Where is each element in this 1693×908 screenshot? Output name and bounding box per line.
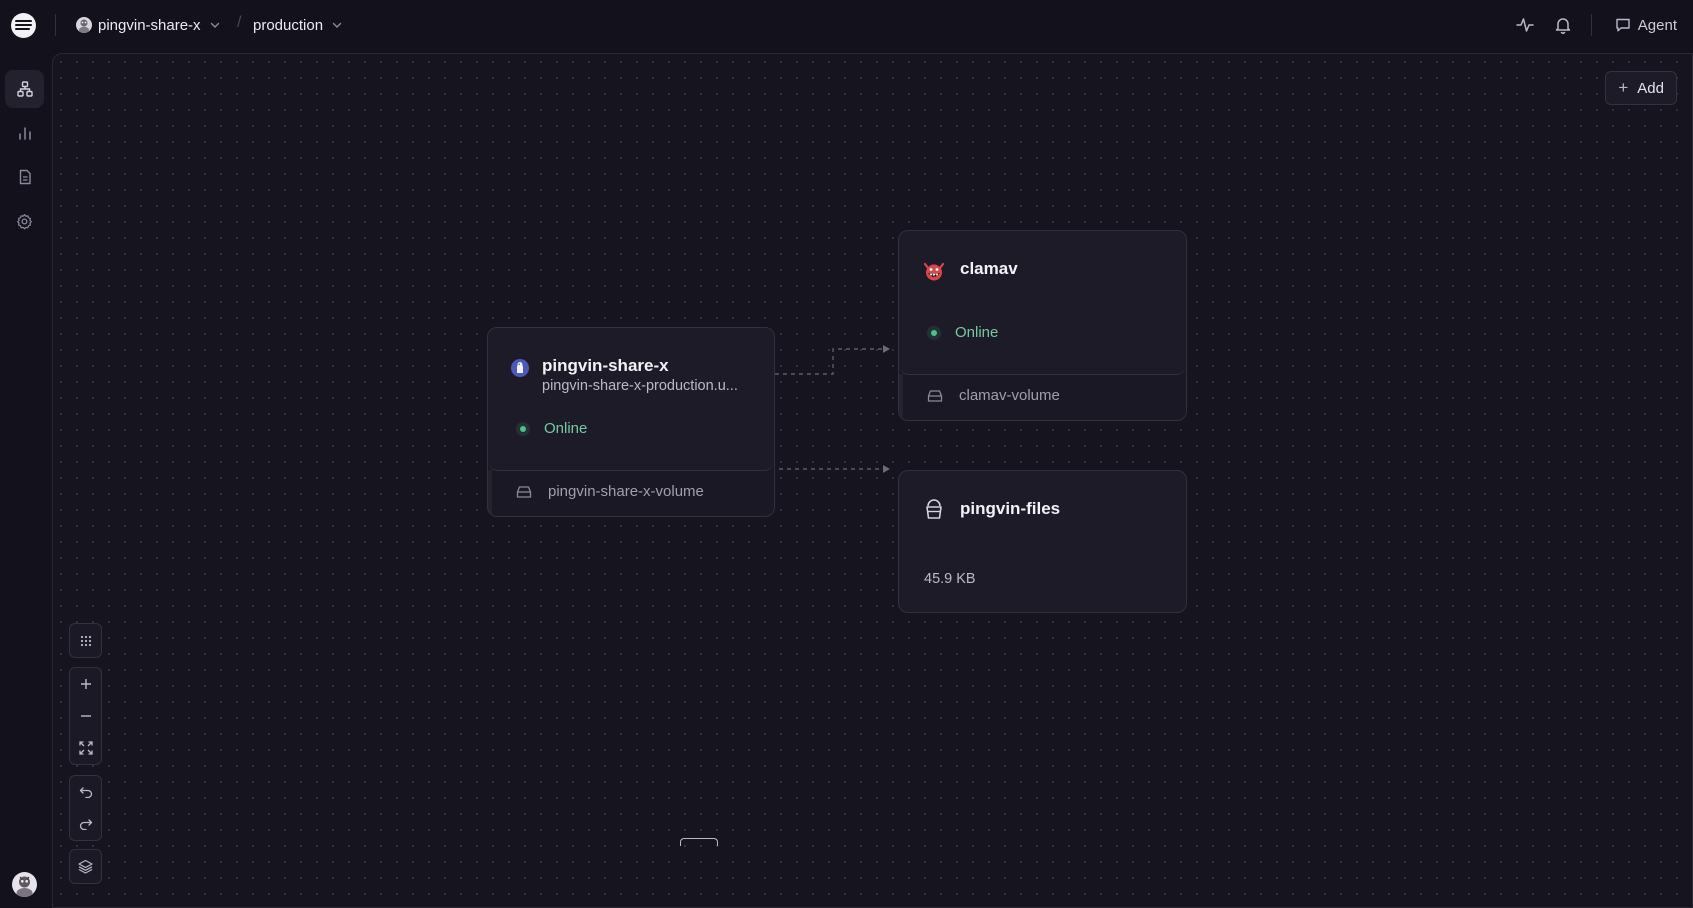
- service-connections: [775, 345, 890, 473]
- project-name: pingvin-share-x: [98, 16, 201, 34]
- volume-row[interactable]: clamav-volume: [927, 387, 1060, 404]
- grid-toggle-group: [69, 623, 102, 658]
- network-icon: [16, 81, 33, 97]
- agent-button[interactable]: Agent: [1615, 13, 1677, 37]
- service-card-body: clamav Online: [899, 231, 1186, 375]
- online-status-icon: [516, 421, 530, 436]
- volume-name: clamav-volume: [959, 387, 1060, 404]
- sidebar-item-logs[interactable]: [5, 158, 44, 196]
- bucket-card-pingvin-files[interactable]: pingvin-files 45.9 KB: [898, 470, 1187, 613]
- service-title: pingvin-share-x: [542, 356, 669, 375]
- volume-name: pingvin-share-x-volume: [548, 483, 704, 500]
- gear-icon: [17, 213, 32, 229]
- railway-logo-icon[interactable]: [11, 13, 36, 38]
- layers-icon: [78, 859, 93, 874]
- pingvin-logo-icon: [511, 359, 529, 377]
- sidebar-item-settings[interactable]: [5, 202, 44, 240]
- chevron-down-icon: [210, 22, 219, 28]
- service-card-clamav[interactable]: clamav Online clamav-volume: [898, 230, 1187, 421]
- service-domain[interactable]: pingvin-share-x-production.u...: [542, 378, 752, 394]
- zoom-in-button[interactable]: [70, 668, 101, 700]
- chevron-down-icon: [332, 22, 342, 28]
- layers-button[interactable]: [70, 850, 101, 883]
- service-card-pingvin-share-x[interactable]: pingvin-share-x pingvin-share-x-producti…: [487, 327, 775, 517]
- bell-icon[interactable]: [1553, 15, 1573, 35]
- activity-icon[interactable]: [1515, 15, 1535, 35]
- fit-view-button[interactable]: [70, 732, 101, 764]
- bucket-size: 45.9 KB: [924, 571, 976, 587]
- history-controls: [69, 775, 102, 841]
- service-card-body: pingvin-share-x pingvin-share-x-producti…: [488, 328, 774, 471]
- hard-drive-icon: [927, 389, 943, 402]
- minus-icon: [80, 715, 91, 717]
- online-status-icon: [927, 325, 941, 340]
- environment-selector[interactable]: production: [253, 14, 343, 36]
- sidebar-item-architecture[interactable]: [5, 70, 44, 108]
- expand-icon: [78, 741, 93, 755]
- document-icon: [19, 169, 31, 185]
- project-selector[interactable]: pingvin-share-x: [76, 14, 221, 36]
- volume-row[interactable]: pingvin-share-x-volume: [516, 483, 704, 500]
- project-canvas[interactable]: + Add pingvin-share-x pingvin-share-x-pr…: [52, 53, 1693, 908]
- environment-name: production: [253, 16, 324, 34]
- bottom-panel-handle[interactable]: [680, 838, 718, 846]
- grid-dots-icon: [80, 635, 91, 646]
- clamav-logo-icon: [923, 262, 945, 281]
- message-square-icon: [1616, 18, 1630, 32]
- redo-icon: [79, 819, 92, 830]
- zoom-controls: [69, 667, 102, 765]
- bucket-icon: [926, 499, 942, 519]
- project-avatar-icon: [76, 17, 92, 33]
- divider: [1591, 14, 1592, 36]
- sidebar: [0, 50, 52, 908]
- plus-icon: [80, 679, 91, 689]
- user-avatar[interactable]: [12, 872, 37, 897]
- status-text: Online: [544, 420, 588, 437]
- layers-group: [69, 849, 102, 884]
- redo-button[interactable]: [70, 808, 101, 840]
- top-bar: pingvin-share-x / production Agent: [0, 0, 1693, 50]
- bucket-title: pingvin-files: [960, 499, 1061, 518]
- status-text: Online: [955, 324, 999, 341]
- status-badge: Online: [927, 324, 998, 341]
- service-title: clamav: [960, 259, 1018, 278]
- sidebar-item-observability[interactable]: [5, 114, 44, 152]
- bar-chart-icon: [18, 127, 31, 140]
- grid-button[interactable]: [70, 624, 101, 657]
- hard-drive-icon: [516, 485, 532, 498]
- undo-icon: [79, 787, 92, 798]
- divider: [55, 14, 56, 36]
- undo-button[interactable]: [70, 776, 101, 808]
- zoom-out-button[interactable]: [70, 700, 101, 732]
- agent-label: Agent: [1637, 16, 1677, 34]
- breadcrumb-separator: /: [237, 14, 242, 31]
- status-badge: Online: [516, 420, 587, 437]
